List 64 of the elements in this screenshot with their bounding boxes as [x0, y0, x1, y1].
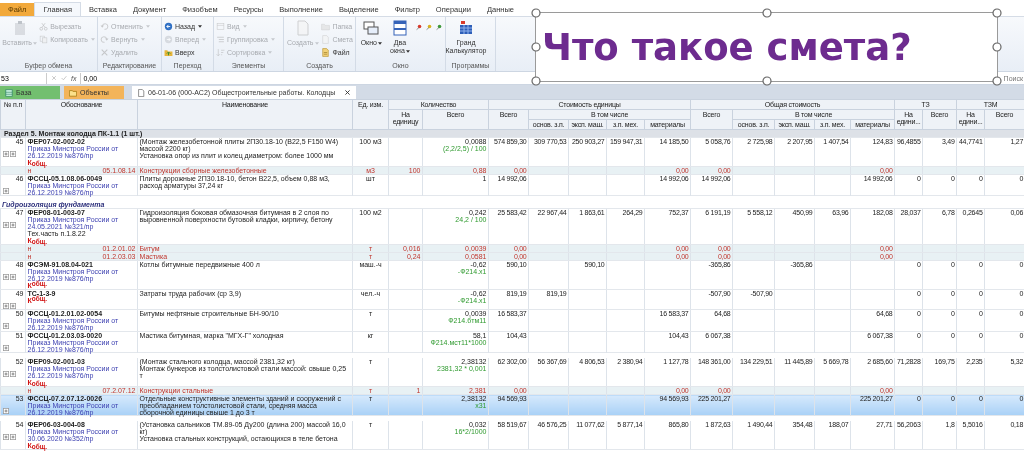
document-icon — [294, 20, 311, 36]
resize-handle[interactable] — [761, 76, 772, 86]
folder-up-icon — [164, 47, 173, 57]
resize-handle[interactable] — [992, 76, 1002, 86]
expand-icon[interactable] — [2, 434, 9, 440]
sort-icon — [216, 47, 225, 57]
caption-text: Что такое смета? — [542, 25, 912, 69]
file-icon — [321, 47, 331, 57]
resize-handle[interactable] — [531, 8, 541, 18]
expand-icon[interactable] — [2, 222, 9, 228]
document-icon — [137, 88, 145, 97]
windows-icon — [363, 20, 380, 36]
table-row[interactable] — [0, 137, 1024, 167]
caret-icon — [33, 42, 37, 45]
pin-icon[interactable] — [436, 23, 442, 31]
expand-icon[interactable] — [9, 151, 16, 157]
cancel-icon[interactable] — [51, 75, 57, 81]
resize-handle[interactable] — [761, 8, 772, 18]
expand-icon[interactable] — [9, 371, 16, 377]
resize-handle[interactable] — [531, 76, 541, 86]
database-icon — [5, 88, 13, 97]
copy-icon — [39, 34, 49, 44]
close-icon[interactable] — [344, 89, 352, 96]
group-icon — [216, 34, 225, 44]
caret-icon — [405, 50, 410, 53]
expand-icon[interactable] — [9, 274, 16, 280]
calculator-icon — [458, 20, 474, 36]
back-icon — [164, 21, 173, 31]
resize-handle[interactable] — [992, 8, 1002, 18]
table-row[interactable] — [0, 208, 1024, 245]
expand-icon[interactable] — [9, 222, 16, 228]
pin-icon[interactable] — [416, 23, 423, 31]
expand-icon[interactable] — [2, 345, 9, 351]
expand-icon[interactable] — [2, 323, 9, 329]
table-row[interactable] — [0, 394, 1024, 419]
expand-icon[interactable] — [2, 303, 9, 309]
expand-icon[interactable] — [9, 434, 16, 440]
folder-icon — [321, 21, 331, 31]
delete-icon — [100, 47, 109, 57]
scissors-icon — [39, 21, 49, 31]
caret-icon — [146, 24, 150, 28]
resize-handle[interactable] — [992, 42, 1002, 52]
caret-icon — [91, 37, 95, 41]
expand-icon[interactable] — [2, 371, 9, 377]
view-icon — [216, 21, 225, 31]
expand-icon[interactable] — [2, 188, 9, 194]
caret-icon — [377, 42, 382, 45]
table-row[interactable] — [0, 355, 1024, 387]
expand-icon[interactable] — [2, 151, 9, 157]
expand-icon[interactable] — [2, 274, 9, 280]
undo-icon — [100, 21, 109, 31]
forward-icon — [164, 34, 173, 44]
expand-icon[interactable] — [2, 408, 9, 414]
document-icon — [321, 34, 331, 44]
redo-icon — [100, 34, 109, 44]
split-window-icon — [391, 20, 408, 36]
caret-icon — [198, 24, 203, 28]
resize-handle[interactable] — [531, 42, 541, 52]
pin-icon[interactable] — [426, 23, 433, 31]
table-row[interactable] — [0, 174, 1024, 199]
table-row[interactable] — [0, 418, 1024, 450]
folder-icon — [69, 88, 77, 97]
expand-icon[interactable] — [9, 303, 16, 309]
check-icon[interactable] — [61, 75, 67, 81]
